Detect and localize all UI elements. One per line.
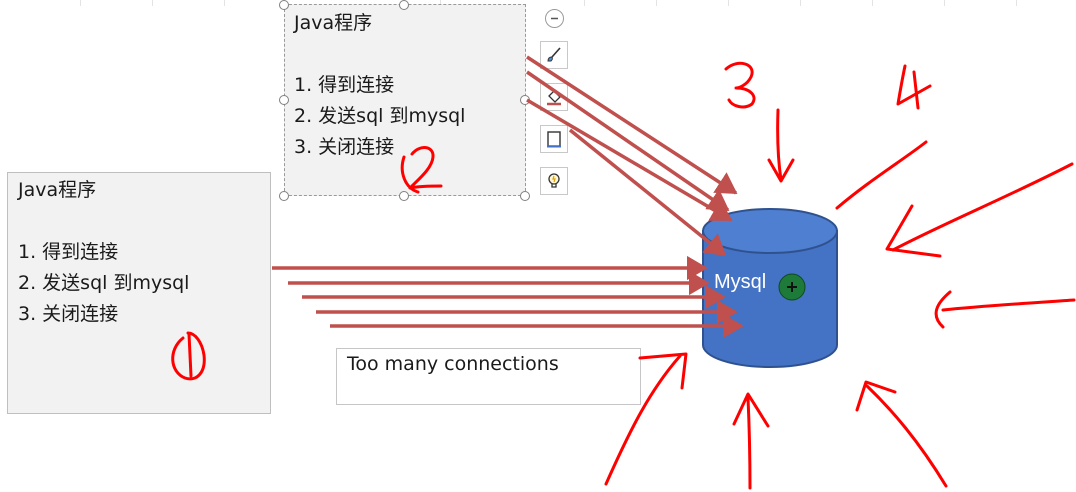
handwritten-arrow-bottom-right — [855, 380, 948, 488]
left-box-arrows — [272, 255, 744, 339]
database-label: Mysql — [714, 271, 767, 293]
handwritten-number-3 — [724, 61, 756, 109]
arrow — [526, 98, 733, 222]
handwritten-arrow-bottom — [732, 392, 770, 490]
handwritten-arrow-4 — [835, 140, 928, 210]
handwritten-annotations — [171, 61, 1076, 490]
arrow — [526, 70, 730, 212]
add-icon[interactable] — [778, 273, 806, 301]
handwritten-number-4 — [896, 64, 932, 110]
handwritten-number-2 — [408, 146, 443, 190]
handwritten-arrow-right-lower — [934, 290, 1076, 329]
diagram-canvas — [171, 55, 1076, 490]
arrow — [526, 55, 738, 195]
handwritten-arrow-bottom-left — [604, 352, 688, 486]
handwritten-arrow-3 — [767, 108, 795, 183]
handwritten-arrow-right-upper — [885, 162, 1074, 258]
handwritten-number-1 — [187, 332, 193, 378]
